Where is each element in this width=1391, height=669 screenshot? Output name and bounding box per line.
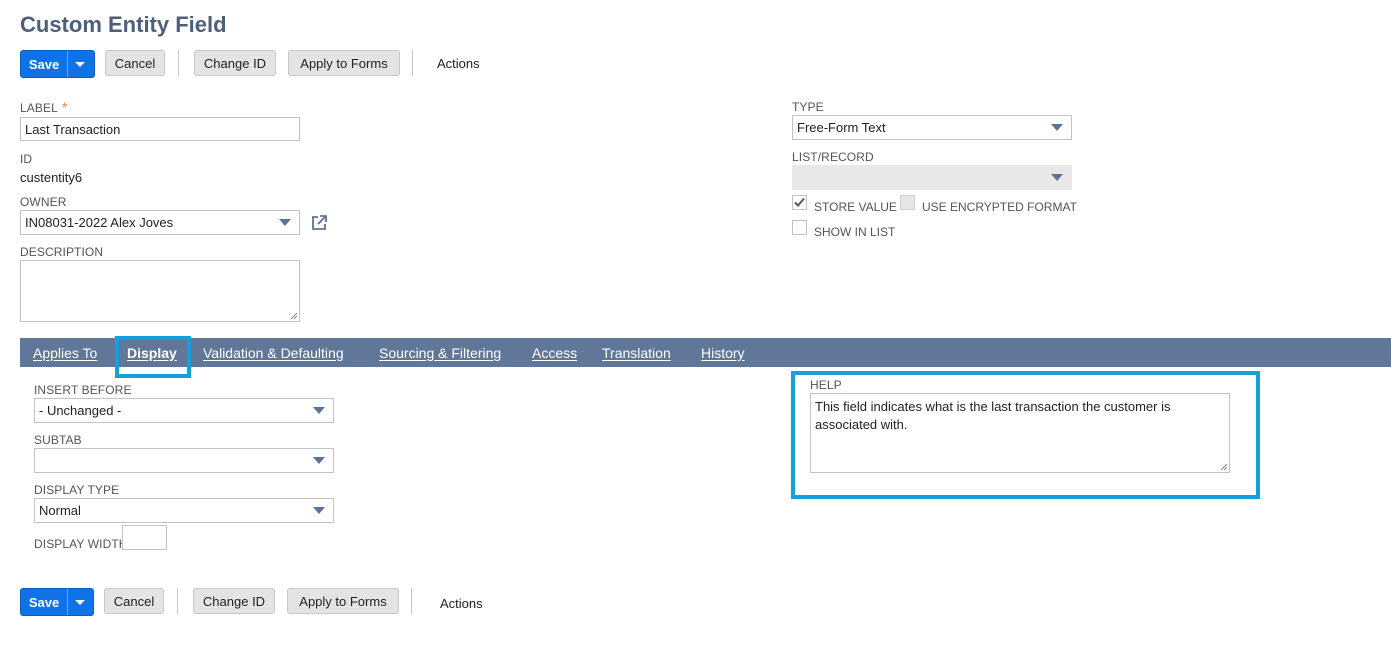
toolbar-divider <box>412 50 413 76</box>
show-in-list-checkbox[interactable] <box>792 220 807 235</box>
chevron-down-icon <box>313 507 325 514</box>
save-button[interactable]: Save <box>21 51 67 77</box>
display-width-input[interactable] <box>122 525 167 550</box>
chevron-down-icon <box>1051 174 1063 181</box>
insert-before-selected-value: - Unchanged - <box>39 403 122 418</box>
resize-grip-icon[interactable] <box>1220 463 1228 471</box>
subtab-label: SUBTAB <box>34 433 82 447</box>
show-in-list-label: SHOW IN LIST <box>814 225 896 239</box>
subtab-bar: Applies To Display Validation & Defaulti… <box>20 338 1391 367</box>
type-selected-value: Free-Form Text <box>797 120 886 135</box>
save-button-group-bottom[interactable]: Save <box>20 588 94 616</box>
list-record-label: LIST/RECORD <box>792 150 874 164</box>
save-button-group[interactable]: Save <box>20 50 95 78</box>
use-encrypted-format-label: USE ENCRYPTED FORMAT <box>922 200 1077 214</box>
insert-before-label: INSERT BEFORE <box>34 383 132 397</box>
save-button[interactable]: Save <box>21 589 67 615</box>
label-input[interactable]: Last Transaction <box>20 117 300 141</box>
chevron-down-icon <box>313 457 325 464</box>
change-id-button[interactable]: Change ID <box>193 588 275 614</box>
tab-history[interactable]: History <box>701 338 745 367</box>
description-label: DESCRIPTION <box>20 245 104 259</box>
tab-sourcing-filtering[interactable]: Sourcing & Filtering <box>379 338 501 367</box>
chevron-down-icon <box>75 61 85 67</box>
toolbar-divider <box>411 588 412 614</box>
actions-menu[interactable]: Actions <box>440 596 483 611</box>
owner-selected-value: IN08031-2022 Alex Joves <box>25 215 174 230</box>
toolbar-divider <box>177 588 178 614</box>
insert-before-select[interactable]: - Unchanged - <box>34 398 334 423</box>
store-value-checkbox[interactable] <box>792 195 807 210</box>
display-type-label: DISPLAY TYPE <box>34 483 120 497</box>
owner-select[interactable]: IN08031-2022 Alex Joves <box>20 210 300 235</box>
change-id-button[interactable]: Change ID <box>194 50 276 76</box>
type-label: TYPE <box>792 100 824 114</box>
cancel-button[interactable]: Cancel <box>105 50 165 76</box>
display-width-label: DISPLAY WIDTH <box>34 537 128 551</box>
toolbar-divider <box>178 50 179 76</box>
page-title: Custom Entity Field <box>20 12 227 37</box>
tab-applies-to[interactable]: Applies To <box>33 338 97 367</box>
display-tab-highlight <box>115 336 191 378</box>
tab-access[interactable]: Access <box>532 338 577 367</box>
chevron-down-icon <box>279 219 291 226</box>
cancel-button[interactable]: Cancel <box>104 588 164 614</box>
apply-to-forms-button[interactable]: Apply to Forms <box>288 50 400 76</box>
use-encrypted-format-checkbox <box>900 195 915 210</box>
save-options-dropdown[interactable] <box>68 51 92 77</box>
display-type-selected-value: Normal <box>39 503 81 518</box>
display-type-select[interactable]: Normal <box>34 498 334 523</box>
description-textarea[interactable] <box>20 260 300 322</box>
help-textarea[interactable]: This field indicates what is the last tr… <box>810 393 1230 473</box>
resize-grip-icon[interactable] <box>290 312 298 320</box>
chevron-down-icon <box>313 407 325 414</box>
label-field-label: LABEL * <box>20 99 68 115</box>
subtab-select[interactable] <box>34 448 334 473</box>
tab-translation[interactable]: Translation <box>602 338 671 367</box>
store-value-label: STORE VALUE <box>814 200 897 214</box>
list-record-select <box>792 165 1072 190</box>
required-marker: * <box>61 99 68 115</box>
help-label: HELP <box>810 378 842 392</box>
apply-to-forms-button[interactable]: Apply to Forms <box>287 588 399 614</box>
chevron-down-icon <box>75 599 85 605</box>
chevron-down-icon <box>1051 124 1063 131</box>
id-value: custentity6 <box>20 170 83 185</box>
external-link-icon[interactable] <box>310 214 328 232</box>
checkmark-icon <box>794 197 805 207</box>
id-label: ID <box>20 152 33 166</box>
owner-label: OWNER <box>20 195 67 209</box>
actions-menu[interactable]: Actions <box>437 56 480 71</box>
help-value: This field indicates what is the last tr… <box>815 399 1171 432</box>
type-select[interactable]: Free-Form Text <box>792 115 1072 140</box>
tab-validation-defaulting[interactable]: Validation & Defaulting <box>203 338 344 367</box>
save-options-dropdown[interactable] <box>68 589 92 615</box>
